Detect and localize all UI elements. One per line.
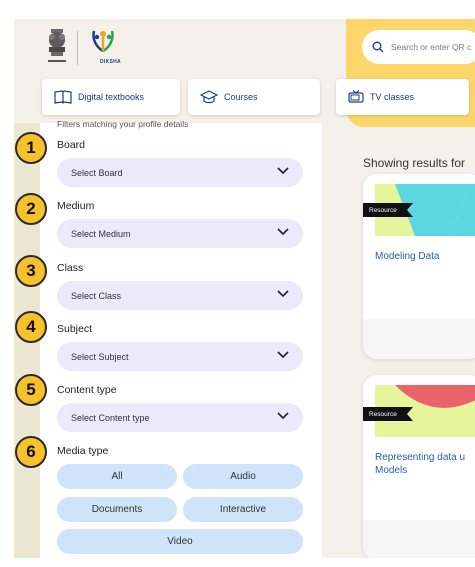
step-badge-5: 5 [15, 374, 47, 406]
content-type-select-value: Select Content type [71, 412, 150, 423]
graduation-cap-icon [200, 90, 218, 104]
step-badge-2: 2 [15, 193, 47, 225]
media-option-interactive[interactable]: Interactive [183, 497, 303, 522]
filter-hint: Filters matching your profile details [57, 119, 189, 129]
subject-label: Subject [57, 323, 93, 335]
app-frame: DIKSHA Search or enter QR c Digital text… [14, 19, 475, 558]
content-type-select[interactable]: Select Content type [57, 403, 303, 432]
class-label: Class [57, 262, 84, 274]
tab-courses[interactable]: Courses [188, 79, 320, 115]
board-label: Board [57, 139, 86, 151]
chevron-down-icon [277, 228, 289, 236]
resource-tag: Resource [363, 203, 413, 217]
step-badge-4: 4 [15, 311, 47, 343]
tab-digital-textbooks[interactable]: Digital textbooks [42, 79, 180, 115]
logo-divider [77, 31, 78, 65]
book-icon [54, 90, 72, 104]
card-title[interactable]: Modeling Data [375, 250, 475, 263]
card-footer [363, 520, 475, 558]
step-badge-1: 1 [15, 132, 47, 164]
content-card[interactable]: Representing data u Models [363, 375, 475, 558]
medium-select[interactable]: Select Medium [57, 219, 303, 248]
search-icon [372, 41, 384, 53]
media-type-label: Media type [57, 445, 109, 457]
logo-area: DIKSHA [14, 19, 346, 79]
panel-gutter [322, 123, 346, 558]
diksha-logo[interactable] [88, 25, 118, 59]
board-select-value: Select Board [71, 167, 123, 178]
search-placeholder: Search or enter QR c [391, 42, 472, 52]
resource-tag: Resource [363, 407, 413, 421]
media-option-audio[interactable]: Audio [183, 464, 303, 489]
tab-label: Courses [224, 92, 258, 102]
class-select[interactable]: Select Class [57, 281, 303, 310]
card-footer [363, 319, 475, 359]
content-card[interactable]: Modeling Data [363, 174, 475, 359]
chevron-down-icon [277, 412, 289, 420]
filter-panel [40, 123, 322, 558]
subject-select[interactable]: Select Subject [57, 342, 303, 371]
card-title[interactable]: Representing data u Models [375, 451, 475, 477]
chevron-down-icon [277, 290, 289, 298]
chevron-down-icon [277, 351, 289, 359]
board-select[interactable]: Select Board [57, 158, 303, 187]
medium-label: Medium [57, 200, 95, 212]
content-type-label: Content type [57, 384, 117, 396]
results-heading: Showing results for [363, 156, 466, 170]
tab-tv-classes[interactable]: TV classes [336, 79, 469, 115]
tab-label: TV classes [370, 92, 415, 102]
media-option-all[interactable]: All [57, 464, 177, 489]
tab-label: Digital textbooks [78, 92, 145, 102]
chevron-down-icon [277, 167, 289, 175]
step-badge-6: 6 [15, 436, 47, 468]
class-select-value: Select Class [71, 290, 122, 301]
search-input[interactable]: Search or enter QR c [362, 30, 475, 64]
subject-select-value: Select Subject [71, 351, 129, 362]
step-badge-3: 3 [15, 255, 47, 287]
logo-text: DIKSHA [100, 59, 121, 65]
national-emblem-icon [48, 29, 66, 62]
media-option-documents[interactable]: Documents [57, 497, 177, 522]
tv-icon [348, 90, 364, 103]
medium-select-value: Select Medium [71, 228, 131, 239]
media-option-video[interactable]: Video [57, 529, 303, 554]
